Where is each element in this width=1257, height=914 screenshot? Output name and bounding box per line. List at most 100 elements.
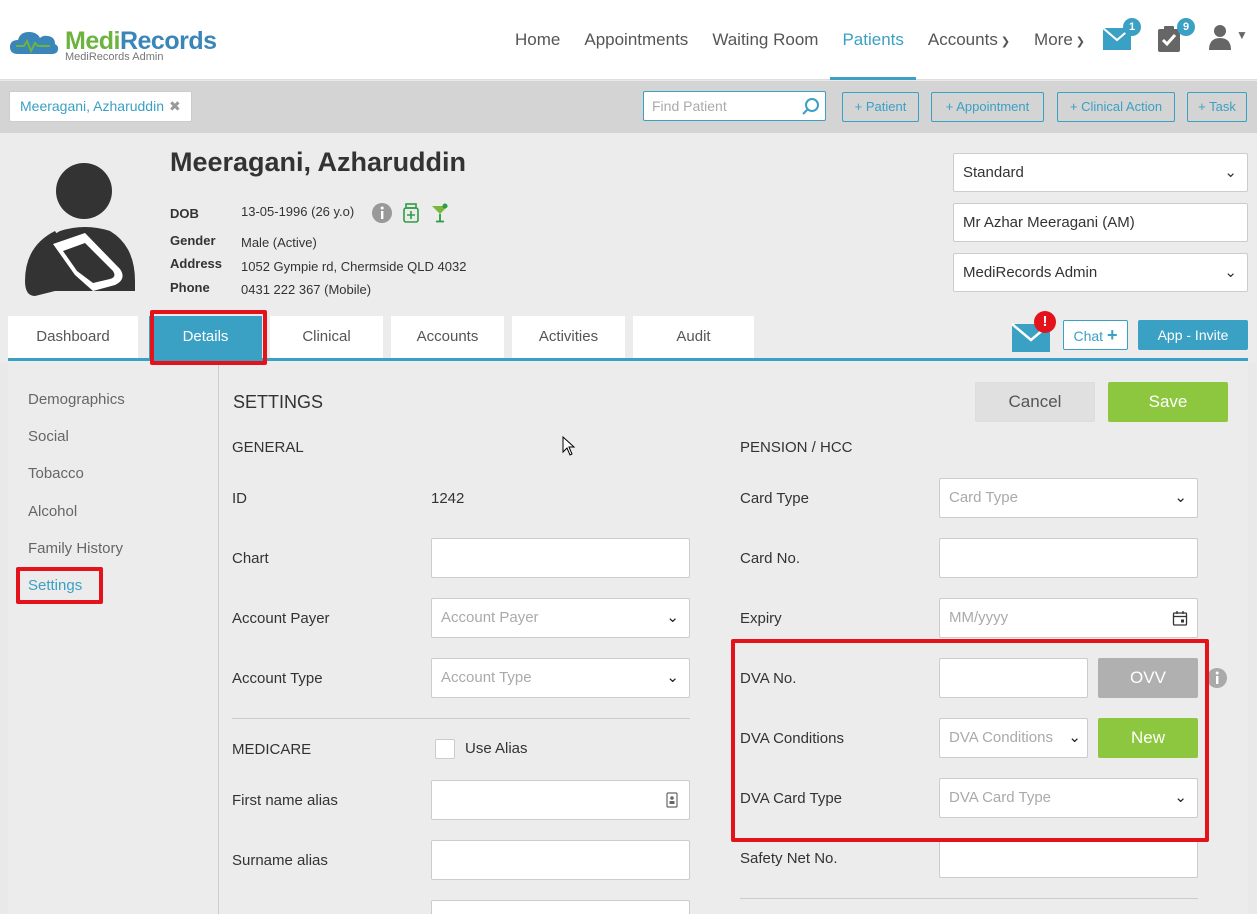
add-patient-button[interactable]: + Patient <box>842 92 919 122</box>
new-dva-condition-button[interactable]: New <box>1098 718 1198 758</box>
mouse-cursor-icon <box>562 436 576 456</box>
tab-clinical[interactable]: Clinical <box>270 316 383 358</box>
id-value: 1242 <box>431 490 465 507</box>
patient-status-icons <box>372 203 450 223</box>
dva-conditions-select[interactable]: DVA Conditions ⌄ <box>939 718 1088 758</box>
dva-card-type-select[interactable]: DVA Card Type ⌄ <box>939 778 1198 818</box>
chevron-down-icon: ⌄ <box>666 669 679 686</box>
sidenav-tobacco[interactable]: Tobacco <box>28 465 84 482</box>
chat-button[interactable]: Chat + <box>1063 320 1128 350</box>
cloud-logo-icon <box>10 32 59 54</box>
ovv-button[interactable]: OVV <box>1098 658 1198 698</box>
address-label: Address <box>170 256 223 271</box>
add-clinical-action-button[interactable]: + Clinical Action <box>1057 92 1175 122</box>
nav-more[interactable]: More ❯ <box>1022 0 1097 80</box>
card-no-label: Card No. <box>740 550 801 567</box>
sidenav-settings[interactable]: Settings <box>28 577 82 594</box>
tab-audit[interactable]: Audit <box>633 316 754 358</box>
tasks-button[interactable]: 9 <box>1157 18 1195 54</box>
surname-alias-label: Surname alias <box>232 852 328 869</box>
tasks-badge: 9 <box>1177 18 1195 36</box>
cancel-button[interactable]: Cancel <box>975 382 1095 422</box>
medicare-heading: MEDICARE <box>232 741 312 758</box>
info-icon[interactable] <box>372 203 392 223</box>
gender-value: Male (Active) <box>241 235 317 250</box>
patient-avatar-icon <box>25 163 135 296</box>
surname-alias-input[interactable] <box>431 840 690 880</box>
safety-net-label: Safety Net No. <box>740 850 838 867</box>
details-sidenav: Demographics Social Tobacco Alcohol Fami… <box>8 361 219 914</box>
user-icon <box>1209 25 1231 50</box>
dva-no-label: DVA No. <box>740 670 797 687</box>
close-icon[interactable]: ✖ <box>169 98 181 114</box>
account-payer-select[interactable]: Account Payer ⌄ <box>431 598 690 638</box>
chevron-down-icon: ⌄ <box>666 609 679 626</box>
expiry-input[interactable]: MM/yyyy <box>939 598 1198 638</box>
tab-dashboard[interactable]: Dashboard <box>8 316 138 358</box>
chart-input[interactable] <box>431 538 690 578</box>
practice-select[interactable]: MediRecords Admin ⌄ <box>953 253 1248 292</box>
card-type-label: Card Type <box>740 490 809 507</box>
card-no-input[interactable] <box>939 538 1198 578</box>
partial-field[interactable] <box>431 900 690 914</box>
account-type-label: Account Type <box>232 670 323 687</box>
plus-icon: + <box>1106 325 1118 345</box>
nav-home[interactable]: Home <box>503 0 572 80</box>
sidenav-alcohol[interactable]: Alcohol <box>28 503 77 520</box>
use-alias-label: Use Alias <box>465 740 528 757</box>
chevron-down-icon: ⌄ <box>1174 789 1187 806</box>
section-divider <box>740 898 1198 899</box>
messages-badge: 1 <box>1123 18 1141 36</box>
safety-net-input[interactable] <box>939 838 1198 878</box>
medication-bottle-icon[interactable] <box>401 203 421 223</box>
patient-name: Meeragani, Azharuddin <box>170 147 467 177</box>
dva-no-input[interactable] <box>939 658 1088 698</box>
messages-button[interactable]: 1 <box>1103 18 1141 54</box>
info-icon[interactable] <box>1207 668 1227 688</box>
account-type-select[interactable]: Account Type ⌄ <box>431 658 690 698</box>
medirecords-logo[interactable]: MediRecords MediRecords Admin <box>8 22 228 66</box>
chevron-down-icon: ⌄ <box>1068 729 1081 746</box>
save-button[interactable]: Save <box>1108 382 1228 422</box>
alert-icon: ! <box>1034 311 1056 333</box>
phone-value: 0431 222 367 (Mobile) <box>241 282 372 297</box>
chevron-down-icon: ▼ <box>1236 28 1248 42</box>
open-patient-tab[interactable]: Meeragani, Azharuddin ✖ <box>9 91 192 122</box>
card-type-select[interactable]: Card Type ⌄ <box>939 478 1198 518</box>
sidenav-social[interactable]: Social <box>28 428 69 445</box>
tab-details[interactable]: Details <box>149 316 262 358</box>
chevron-down-icon: ⌄ <box>1174 489 1187 506</box>
nav-appointments[interactable]: Appointments <box>572 0 700 80</box>
nav-accounts[interactable]: Accounts ❯ <box>916 0 1022 80</box>
first-name-alias-input[interactable] <box>431 780 690 820</box>
sidenav-demographics[interactable]: Demographics <box>28 391 125 408</box>
dob-label: DOB <box>170 206 199 221</box>
add-appointment-button[interactable]: + Appointment <box>931 92 1044 122</box>
dva-card-type-label: DVA Card Type <box>740 790 842 807</box>
app-invite-button[interactable]: App - Invite <box>1138 320 1248 350</box>
settings-title: SETTINGS <box>233 392 324 412</box>
find-patient-input[interactable] <box>652 92 802 120</box>
cocktail-glass-icon[interactable] <box>430 203 450 223</box>
add-task-button[interactable]: + Task <box>1187 92 1247 122</box>
chevron-down-icon: ❯ <box>1000 36 1011 48</box>
user-menu-button[interactable]: ▼ <box>1208 24 1250 54</box>
tab-activities[interactable]: Activities <box>512 316 625 358</box>
sidenav-family-history[interactable]: Family History <box>28 540 123 557</box>
patient-bar: Meeragani, Azharuddin✖ + Patient + Appoi… <box>0 81 1257 133</box>
address-value: 1052 Gympie rd, Chermside QLD 4032 <box>241 259 467 274</box>
provider-field[interactable]: Mr Azhar Meeragani (AM) <box>953 203 1248 242</box>
id-label: ID <box>232 490 247 507</box>
calendar-icon[interactable] <box>1172 610 1188 626</box>
search-icon[interactable] <box>802 97 820 115</box>
find-patient-box <box>643 91 826 121</box>
nav-patients[interactable]: Patients <box>830 0 917 80</box>
tab-accounts[interactable]: Accounts <box>391 316 504 358</box>
use-alias-checkbox[interactable] <box>435 739 455 759</box>
dob-value: 13-05-1996 (26 y.o) <box>241 204 355 219</box>
general-heading: GENERAL <box>232 439 304 456</box>
patient-type-select[interactable]: Standard ⌄ <box>953 153 1248 192</box>
dva-conditions-label: DVA Conditions <box>740 730 844 747</box>
pension-heading: PENSION / HCC <box>740 439 853 456</box>
nav-waiting-room[interactable]: Waiting Room <box>700 0 830 80</box>
